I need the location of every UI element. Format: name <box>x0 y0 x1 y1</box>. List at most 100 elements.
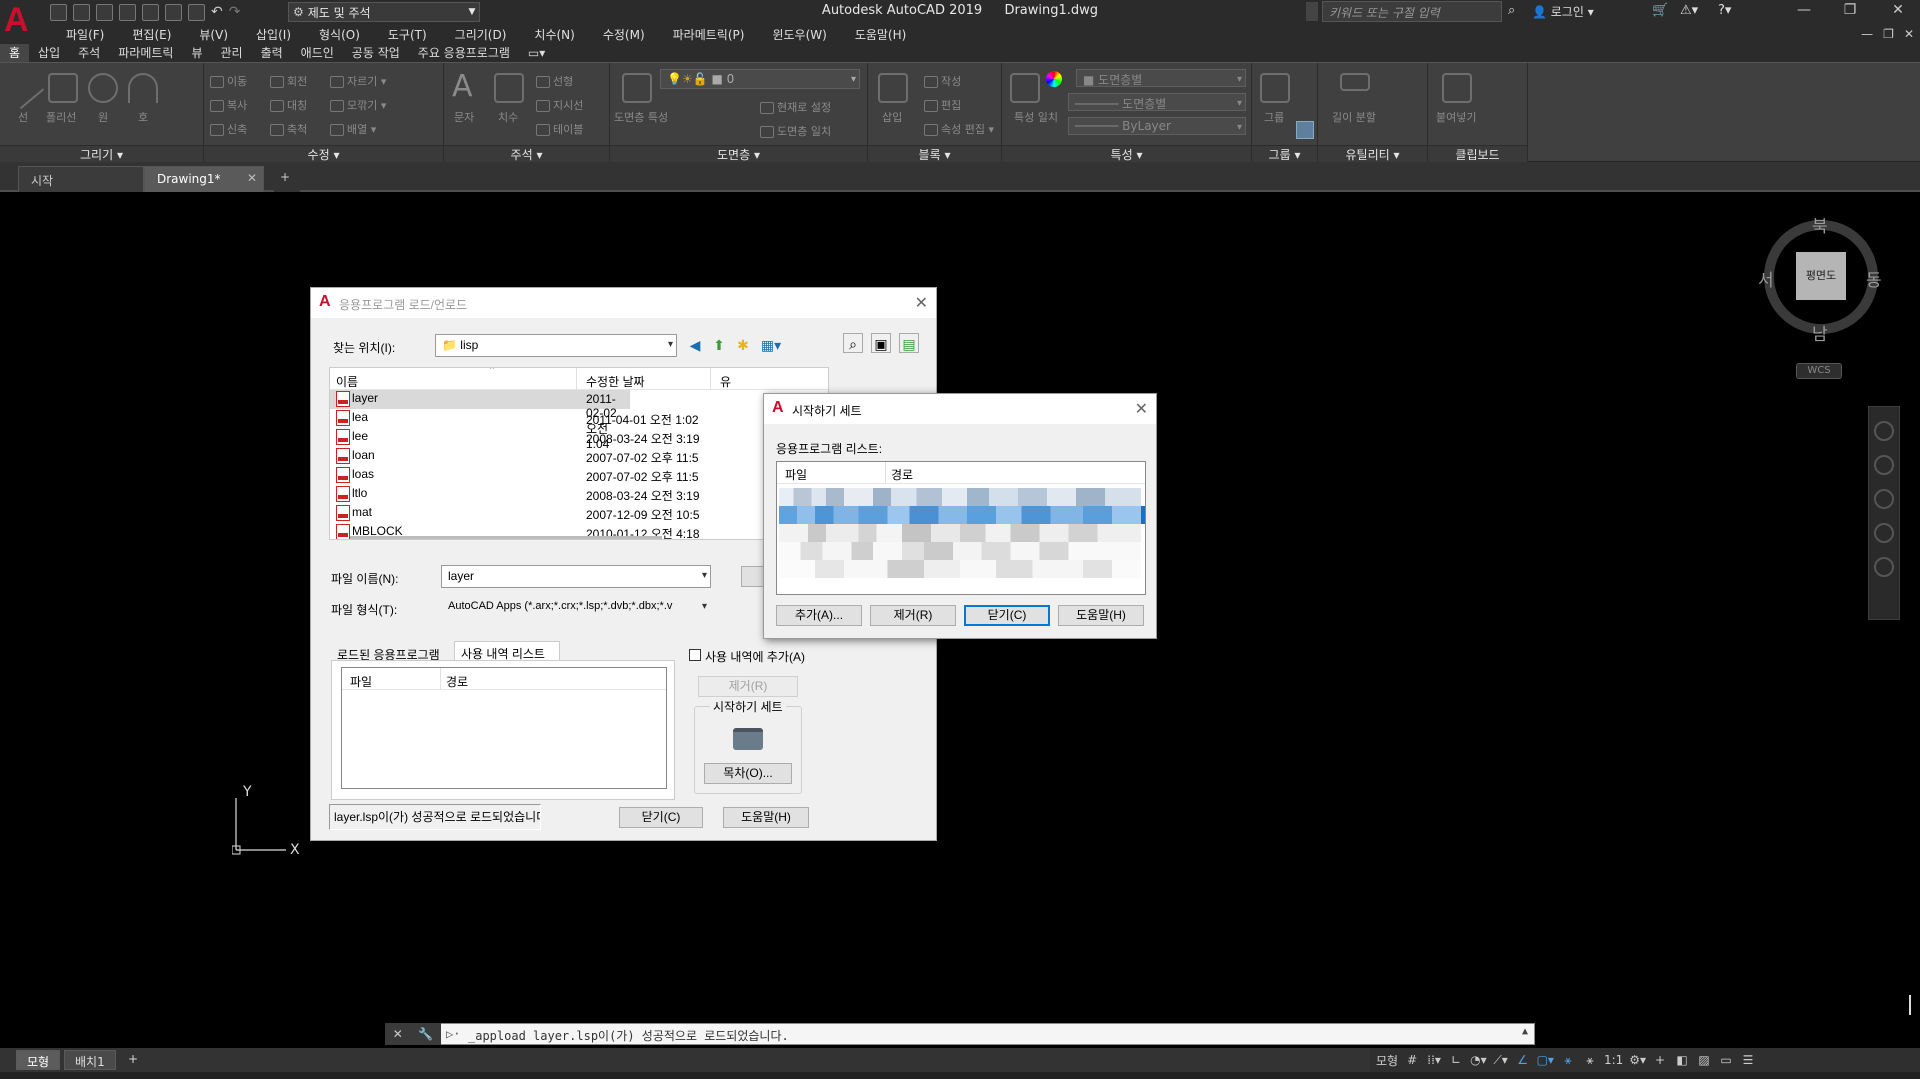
panel-title-annotation[interactable]: 주석 ▾ <box>444 145 609 163</box>
menu-dimension[interactable]: 치수(N) <box>520 26 588 43</box>
linetype-combo[interactable]: ────── 도면층별 ▾ <box>1068 93 1246 111</box>
close-tab-icon[interactable]: ✕ <box>247 171 257 185</box>
panel-title-draw[interactable]: 그리기 ▾ <box>0 145 203 163</box>
binoculars-icon[interactable]: ⌕ <box>1508 3 1526 21</box>
polar-tracking-icon[interactable]: ◔▾ <box>1470 1053 1487 1067</box>
close-button[interactable]: 닫기(C) <box>964 605 1050 626</box>
panel-title-block[interactable]: 블록 ▾ <box>868 145 1001 163</box>
history-col-path[interactable]: 경로 <box>446 673 468 690</box>
menu-modify[interactable]: 수정(M) <box>589 26 659 43</box>
undo-icon[interactable]: ↶ <box>211 4 223 20</box>
save-icon[interactable] <box>96 3 113 21</box>
list-item[interactable] <box>779 488 1141 506</box>
color-wheel-icon[interactable] <box>1046 71 1062 87</box>
polyline-icon[interactable] <box>48 73 78 103</box>
tool-polyline[interactable]: 폴리선 <box>46 109 76 125</box>
color-combo[interactable]: ■ 도면층별 ▾ <box>1076 69 1246 87</box>
tool-layer-properties[interactable]: 도면층 특성 <box>614 109 668 125</box>
tool-match-properties[interactable]: 특성 일치 <box>1014 109 1058 125</box>
tool-set-current[interactable]: 현재로 설정 <box>760 99 831 115</box>
close-icon[interactable]: ✕ <box>1884 2 1912 22</box>
panel-title-utilities[interactable]: 유틸리티 ▾ <box>1318 145 1427 163</box>
file-row[interactable]: lee 2008-03-24 오전 3:19 <box>330 428 828 447</box>
file-row[interactable]: lea 2011-04-01 오전 1:02 <box>330 409 828 428</box>
panel-title-clipboard[interactable]: 클립보드 <box>1428 145 1527 163</box>
steering-wheel-icon[interactable] <box>1874 421 1894 441</box>
insert-block-icon[interactable] <box>878 73 908 103</box>
column-type[interactable]: 유 <box>720 373 731 390</box>
tab-collaborate[interactable]: 공동 작업 <box>343 44 409 62</box>
list-item[interactable] <box>779 542 1141 560</box>
dimension-icon[interactable] <box>494 73 524 103</box>
tool-table[interactable]: 테이블 <box>536 121 583 137</box>
tab-annotate[interactable]: 주석 <box>69 44 109 62</box>
tool-line[interactable]: 선 <box>18 109 28 125</box>
menu-insert[interactable]: 삽입(I) <box>242 26 305 43</box>
tab-model[interactable]: 모형 <box>16 1050 61 1070</box>
save-web-icon[interactable] <box>165 3 182 21</box>
wrench-icon[interactable]: 🔧 <box>418 1027 433 1041</box>
tab-addins[interactable]: 애드인 <box>292 44 343 62</box>
command-history-icon[interactable]: ▲ <box>1522 1026 1528 1037</box>
history-col-file[interactable]: 파일 <box>350 673 372 690</box>
text-icon[interactable]: A <box>452 69 473 104</box>
tool-stretch[interactable]: 신축 <box>210 121 247 137</box>
graphics-performance-icon[interactable]: ▨ <box>1696 1053 1712 1067</box>
menu-file[interactable]: 파일(F) <box>52 26 118 43</box>
menu-window[interactable]: 윈도우(W) <box>758 26 840 43</box>
tool-scale[interactable]: 축척 <box>270 121 307 137</box>
tool-circle[interactable]: 원 <box>98 109 108 125</box>
layer-combo[interactable]: 💡☀🔓 ■ 0 ▾ <box>660 69 860 89</box>
tab-insert[interactable]: 삽입 <box>29 44 69 62</box>
doc-restore-icon[interactable]: ❐ <box>1883 27 1894 41</box>
ortho-icon[interactable]: ∟ <box>1448 1053 1464 1067</box>
tab-manage[interactable]: 관리 <box>211 44 251 62</box>
panel-title-modify[interactable]: 수정 ▾ <box>204 145 443 163</box>
tab-home[interactable]: 홈 <box>0 44 30 62</box>
up-folder-icon[interactable]: ⬆ <box>709 335 729 355</box>
file-row[interactable]: loan 2007-07-02 오후 11:5 <box>330 447 828 466</box>
menu-tools[interactable]: 도구(T) <box>374 26 441 43</box>
tab-layout1[interactable]: 배치1 <box>64 1050 116 1070</box>
horizontal-scrollbar[interactable] <box>350 536 662 539</box>
application-menu-button[interactable]: A <box>0 0 42 44</box>
doc-close-icon[interactable]: ✕ <box>1904 27 1914 41</box>
appload-titlebar[interactable]: A 응용프로그램 로드/언로드 ✕ <box>311 288 936 318</box>
tool-divide[interactable]: 길이 분할 <box>1332 109 1376 125</box>
close-icon[interactable]: ✕ <box>1135 399 1148 419</box>
tool-arc[interactable]: 호 <box>138 109 148 125</box>
new-tab-icon[interactable]: + <box>274 166 300 192</box>
tool-edit-attributes[interactable]: 속성 편집 ▾ <box>924 121 994 137</box>
help-icon[interactable]: ?▾ <box>1718 3 1740 18</box>
zoom-icon[interactable] <box>1874 489 1894 509</box>
locate-icon[interactable]: ▣ <box>871 333 891 353</box>
menu-parametric[interactable]: 파라메트릭(P) <box>659 26 759 43</box>
save-as-icon[interactable] <box>119 3 136 21</box>
search-input[interactable]: 키워드 또는 구절 입력 <box>1322 1 1502 22</box>
viewcube-face[interactable]: 평면도 <box>1796 252 1846 300</box>
startup-col-file[interactable]: 파일 <box>785 466 807 483</box>
pan-icon[interactable] <box>1874 455 1894 475</box>
measure-icon[interactable] <box>1340 73 1370 91</box>
workspace-selector[interactable]: ⚙ 제도 및 주석 ▼ <box>288 2 480 22</box>
tab-start[interactable]: 시작 <box>18 166 144 192</box>
paste-icon[interactable] <box>1442 73 1472 103</box>
tool-move[interactable]: 이동 <box>210 73 247 89</box>
tab-drawing1[interactable]: Drawing1* ✕ <box>144 166 264 192</box>
close-button[interactable]: 닫기(C) <box>619 807 703 828</box>
doc-minimize-icon[interactable]: — <box>1861 27 1873 41</box>
menu-help[interactable]: 도움말(H) <box>841 26 921 43</box>
tab-parametric[interactable]: 파라메트릭 <box>109 44 182 62</box>
add-layout-icon[interactable]: + <box>118 1050 149 1070</box>
menu-edit[interactable]: 편집(E) <box>118 26 185 43</box>
isolate-objects-icon[interactable]: ◧ <box>1674 1053 1690 1067</box>
tool-trim[interactable]: 자르기 ▾ <box>330 73 386 89</box>
line-icon[interactable] <box>1 66 45 110</box>
orbit-icon[interactable] <box>1874 523 1894 543</box>
back-icon[interactable]: ◀ <box>685 335 705 355</box>
help-button[interactable]: 도움말(H) <box>723 807 809 828</box>
cart-icon[interactable]: 🛒 <box>1652 3 1670 18</box>
compass-north[interactable]: 북 <box>1812 212 1828 237</box>
group-icon[interactable] <box>1260 73 1290 103</box>
startup-suite-titlebar[interactable]: A 시작하기 세트 ✕ <box>764 394 1156 424</box>
